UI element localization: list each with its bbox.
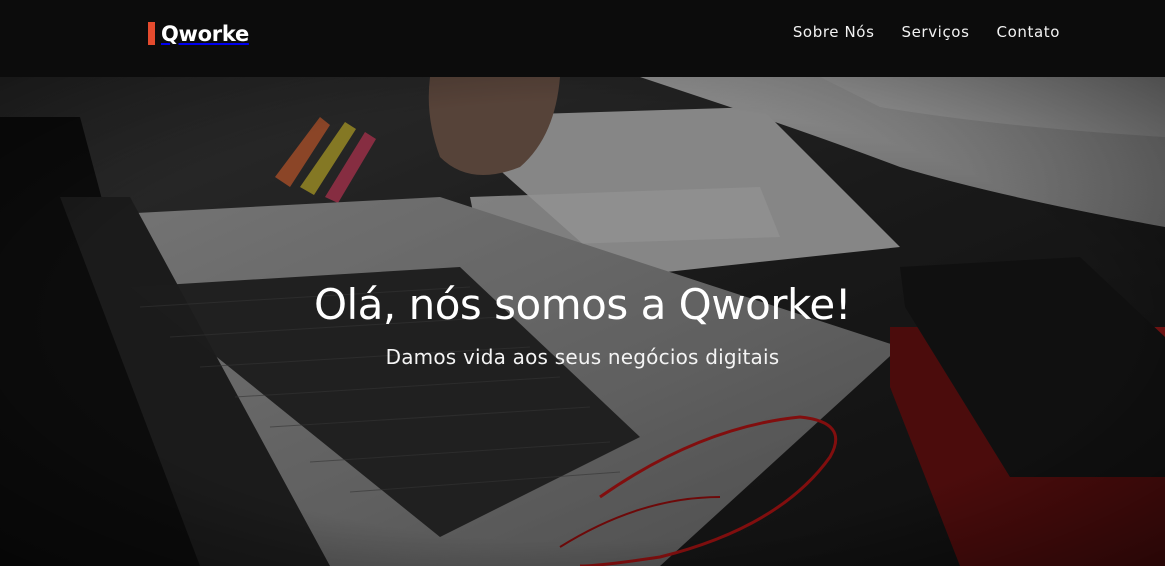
hero-content: Olá, nós somos a Qworke! Damos vida aos … [0,277,1165,369]
nav-item-contato: Contato [997,22,1061,42]
main-nav: Sobre Nós Serviços Contato [793,22,1060,42]
hero-subtitle: Damos vida aos seus negócios digitais [385,345,780,369]
logo-link[interactable]: Qworke [148,21,249,46]
nav-link-contato[interactable]: Contato [997,23,1061,41]
nav-item-sobre-nos: Sobre Nós [793,22,875,42]
hero-title: Olá, nós somos a Qworke! [313,280,852,329]
site-header: Qworke Sobre Nós Serviços Contato [0,0,1165,77]
hero-section: Olá, nós somos a Qworke! Damos vida aos … [0,77,1165,566]
logo-mark [148,22,155,45]
nav-link-servicos[interactable]: Serviços [901,23,969,41]
nav-link-sobre-nos[interactable]: Sobre Nós [793,23,875,41]
logo-text: Qworke [161,21,249,46]
nav-item-servicos: Serviços [901,22,969,42]
